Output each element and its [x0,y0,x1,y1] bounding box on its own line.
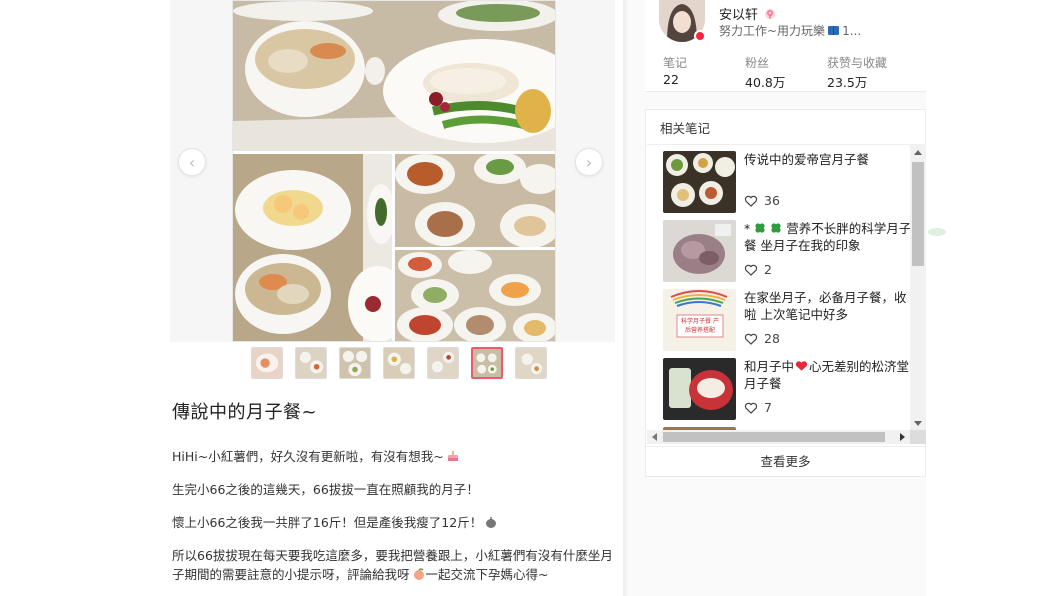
related-note-thumbnail [663,151,736,213]
author-name[interactable]: 安以轩 [719,4,776,23]
related-note-title: * 营养不长胖的科学月子餐 坐月子在我的印象 [744,220,910,254]
photo-table-spread [395,154,555,247]
cake-icon [447,451,458,461]
image-carousel: ‹ › [170,0,615,342]
carousel-thumbnail[interactable] [295,347,327,379]
related-note-likes: 7 [744,400,772,415]
horizontal-scrollbar[interactable] [647,430,910,444]
leaf-decoration-icon [928,228,946,236]
note-paragraph-text: 懷上小66之後我一共胖了16斤！但是產後我瘦了12斤！ [172,515,483,530]
carousel-thumbnails [251,347,547,379]
related-note-thumbnail [663,220,736,282]
heart-icon[interactable] [744,333,758,345]
scroll-up-arrow-icon[interactable] [914,150,922,155]
related-note-item[interactable]: 和月子中 心无差别的松济堂月子餐 7 [663,358,910,420]
apple-icon [486,517,497,528]
note-body: HiHi~小紅薯們，好久沒有更新啦，有沒有想我~ 生完小66之後的這幾天，66拔… [172,447,620,596]
stat-value: 40.8万 [745,75,786,90]
chevron-right-icon: › [585,152,593,172]
chevron-left-icon: ‹ [188,152,196,172]
note-paragraph: 生完小66之後的這幾天，66拔拔一直在照顧我的月子！ [172,480,620,499]
scroll-right-arrow-icon[interactable] [900,433,905,441]
stat-label: 粉丝 [745,56,770,70]
vertical-scrollbar[interactable] [910,144,926,432]
stat-label: 获赞与收藏 [827,56,888,70]
related-note-likes: 28 [744,331,780,346]
note-paragraph-text: 生完小66之後的這幾天，66拔拔一直在照顧我的月子！ [172,482,479,497]
author-bio-suffix: 1... [842,24,862,38]
photo-soup-and-fish [233,1,555,151]
photo-meal-table [395,250,555,341]
see-more-button[interactable]: 查看更多 [646,446,925,476]
like-count: 7 [764,400,772,415]
heart-icon[interactable] [744,195,758,207]
related-note-thumbnail: 科学月子餐 产后营养搭配 [663,289,736,351]
carousel-thumbnail[interactable] [251,347,283,379]
related-note-item[interactable]: * 营养不长胖的科学月子餐 坐月子在我的印象 2 [663,220,910,282]
carousel-next-button[interactable]: › [575,148,603,176]
note-content-column: ‹ › 傳說中的月子餐~ HiHi~小紅薯們，好久沒有更新啦，有沒有想我~ 生完… [133,0,629,596]
author-card: 安以轩 努力工作~用力玩樂 1... 笔记 22 粉丝 40.8万 获赞与收藏 2… [645,0,926,92]
note-title: 傳說中的月子餐~ [172,402,318,423]
author-stats: 笔记 22 粉丝 40.8万 获赞与收藏 23.5万 [663,54,923,91]
author-name-text: 安以轩 [719,8,759,23]
clover-icon [755,223,765,233]
author-bio-text: 努力工作~用力玩樂 [719,24,826,38]
related-note-item[interactable]: 传说中的爱帝宫月子餐 36 [663,151,910,213]
column-divider [623,0,629,596]
heart-icon[interactable] [744,264,758,276]
female-icon [765,9,776,19]
related-note-likes: 36 [744,193,780,208]
peach-icon [413,568,424,580]
related-notes-list: 传说中的爱帝宫月子餐 36 * 营养不长胖的科学月子餐 坐月子在我的印象 2 科… [647,144,910,432]
stat-label: 笔记 [663,56,688,70]
scrollbar-thumb[interactable] [912,162,924,266]
scroll-left-arrow-icon[interactable] [652,433,657,441]
related-note-title-text: 营养不长胖的科学月子餐 坐月子在我的印象 [744,221,910,253]
book-icon [828,26,840,35]
carousel-thumbnail[interactable] [339,347,371,379]
scrollbar-thumb[interactable] [663,432,885,442]
related-note-title: 在家坐月子，必备月子餐，收啦 上次笔记中好多 [744,290,907,322]
clover-icon [771,223,781,233]
related-note-thumbnail [663,358,736,420]
stat-value: 23.5万 [827,75,868,90]
heart-icon[interactable] [744,402,758,414]
note-paragraph: HiHi~小紅薯們，好久沒有更新啦，有沒有想我~ [172,447,620,466]
scroll-down-arrow-icon[interactable] [914,421,922,426]
carousel-prev-button[interactable]: ‹ [178,148,206,176]
photo-shrimp-and-soup [233,154,392,341]
related-note-title: 传说中的爱帝宫月子餐 [744,152,870,167]
related-notes-panel: 相关笔记 传说中的爱帝宫月子餐 36 * 营养不长胖的科学月子餐 坐月子在我的印… [645,109,926,477]
red-heart-icon [795,361,808,371]
like-count: 2 [764,262,772,277]
stat-followers: 粉丝 40.8万 [745,54,827,91]
note-paragraph: 所以66拔拔現在每天要我吃這麼多，要我把營養跟上，小紅薯們有沒有什麼坐月子期間的… [172,546,620,584]
related-note-title-prefix: * [744,221,751,236]
note-paragraph-text: HiHi~小紅薯們，好久沒有更新啦，有沒有想我~ [172,449,444,464]
author-bio: 努力工作~用力玩樂 1... [719,22,861,39]
carousel-thumbnail[interactable] [427,347,459,379]
related-note-thumbnail-caption: 科学月子餐 产后营养搭配 [681,318,719,334]
related-note-item[interactable]: 科学月子餐 产后营养搭配 在家坐月子，必备月子餐，收啦 上次笔记中好多 28 [663,289,910,351]
like-count: 36 [764,193,780,208]
stat-value: 22 [663,72,679,87]
verified-badge-icon [694,30,706,42]
related-notes-heading: 相关笔记 [660,121,711,136]
related-note-title: 和月子中 心无差别的松济堂月子餐 [744,358,910,392]
scrollbar-corner [910,430,926,444]
carousel-slide [232,0,556,342]
carousel-thumbnail[interactable] [383,347,415,379]
carousel-thumbnail-active[interactable] [471,347,503,379]
related-note-likes: 2 [744,262,772,277]
stat-likes-and-saves: 获赞与收藏 23.5万 [827,54,909,91]
like-count: 28 [764,331,780,346]
carousel-thumbnail[interactable] [515,347,547,379]
note-paragraph: 懷上小66之後我一共胖了16斤！但是產後我瘦了12斤！ [172,513,620,532]
related-note-title-text: 和月子中 [744,359,795,374]
page: ‹ › 傳說中的月子餐~ HiHi~小紅薯們，好久沒有更新啦，有沒有想我~ 生完… [133,0,926,596]
note-paragraph-text: 一起交流下孕媽心得~ [425,567,549,582]
stat-notes: 笔记 22 [663,54,745,91]
